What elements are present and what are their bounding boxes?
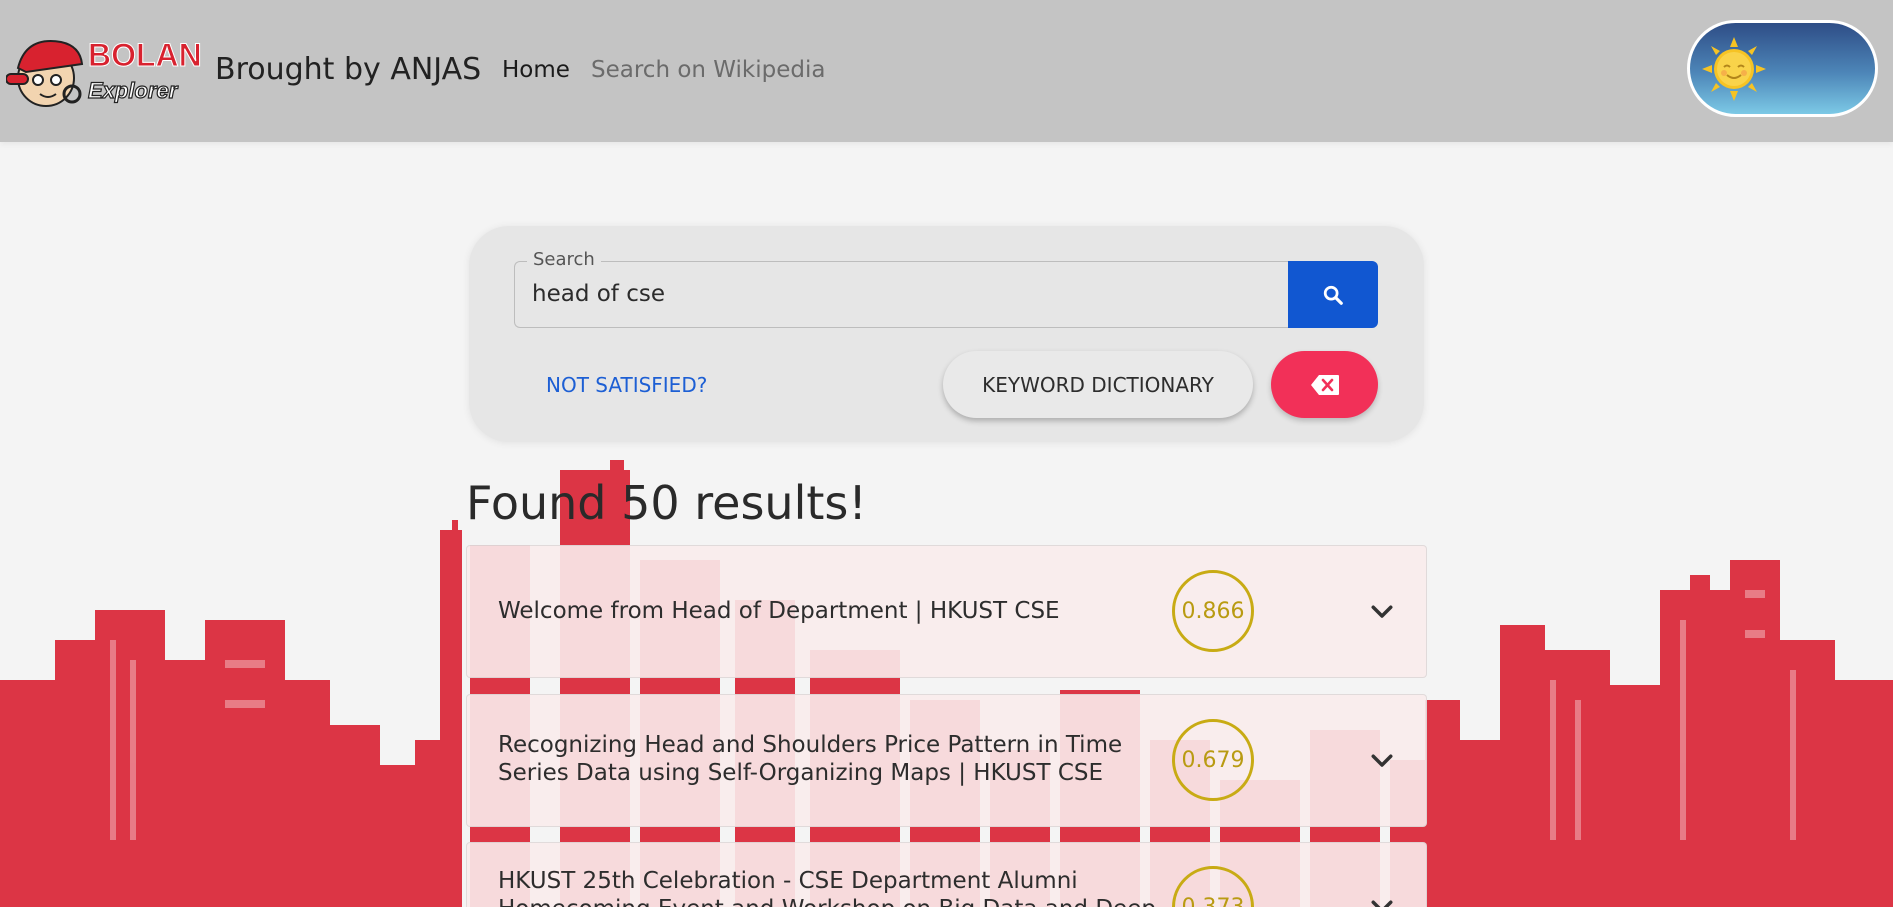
relevance-score: 0.373 (1172, 866, 1254, 907)
bolang-explorer-logo[interactable]: BOLANG Explorer (6, 28, 202, 120)
result-title: Recognizing Head and Shoulders Price Pat… (498, 732, 1123, 786)
result-item[interactable]: HKUST 25th Celebration - CSE Department … (466, 842, 1427, 907)
result-title: Welcome from Head of Department | HKUST … (498, 598, 1060, 624)
chevron-down-icon[interactable] (1367, 891, 1397, 907)
sun-icon (1702, 37, 1766, 101)
search-panel: Search NOT SATISFIED? KEYWORD DICTIONARY (469, 226, 1424, 442)
result-title: HKUST 25th Celebration - CSE Department … (498, 868, 1156, 907)
search-field: Search (514, 249, 1289, 328)
clear-search-button[interactable] (1271, 351, 1378, 418)
nav-wikipedia-link[interactable]: Search on Wikipedia (591, 57, 825, 83)
search-field-label: Search (527, 249, 601, 270)
relevance-score: 0.866 (1172, 570, 1254, 652)
search-input[interactable] (532, 276, 1272, 312)
top-navbar: BOLANG Explorer Brought by ANJAS Home Se… (0, 0, 1893, 142)
chevron-down-icon[interactable] (1367, 596, 1397, 626)
backspace-icon (1310, 374, 1339, 395)
logo-text-top: BOLANG (88, 37, 202, 73)
search-icon (1323, 285, 1343, 305)
relevance-score: 0.679 (1172, 719, 1254, 801)
results-count-heading: Found 50 results! (466, 476, 867, 530)
search-button[interactable] (1288, 261, 1378, 328)
not-satisfied-link[interactable]: NOT SATISFIED? (546, 373, 707, 397)
result-item[interactable]: Welcome from Head of Department | HKUST … (466, 545, 1427, 678)
result-item[interactable]: Recognizing Head and Shoulders Price Pat… (466, 694, 1427, 827)
brand-text: Brought by ANJAS (215, 52, 482, 87)
logo-text-bottom: Explorer (88, 78, 179, 103)
keyword-dictionary-button[interactable]: KEYWORD DICTIONARY (943, 351, 1253, 418)
theme-toggle-switch[interactable] (1687, 20, 1878, 117)
chevron-down-icon[interactable] (1367, 745, 1397, 775)
nav-home-link[interactable]: Home (502, 57, 570, 83)
